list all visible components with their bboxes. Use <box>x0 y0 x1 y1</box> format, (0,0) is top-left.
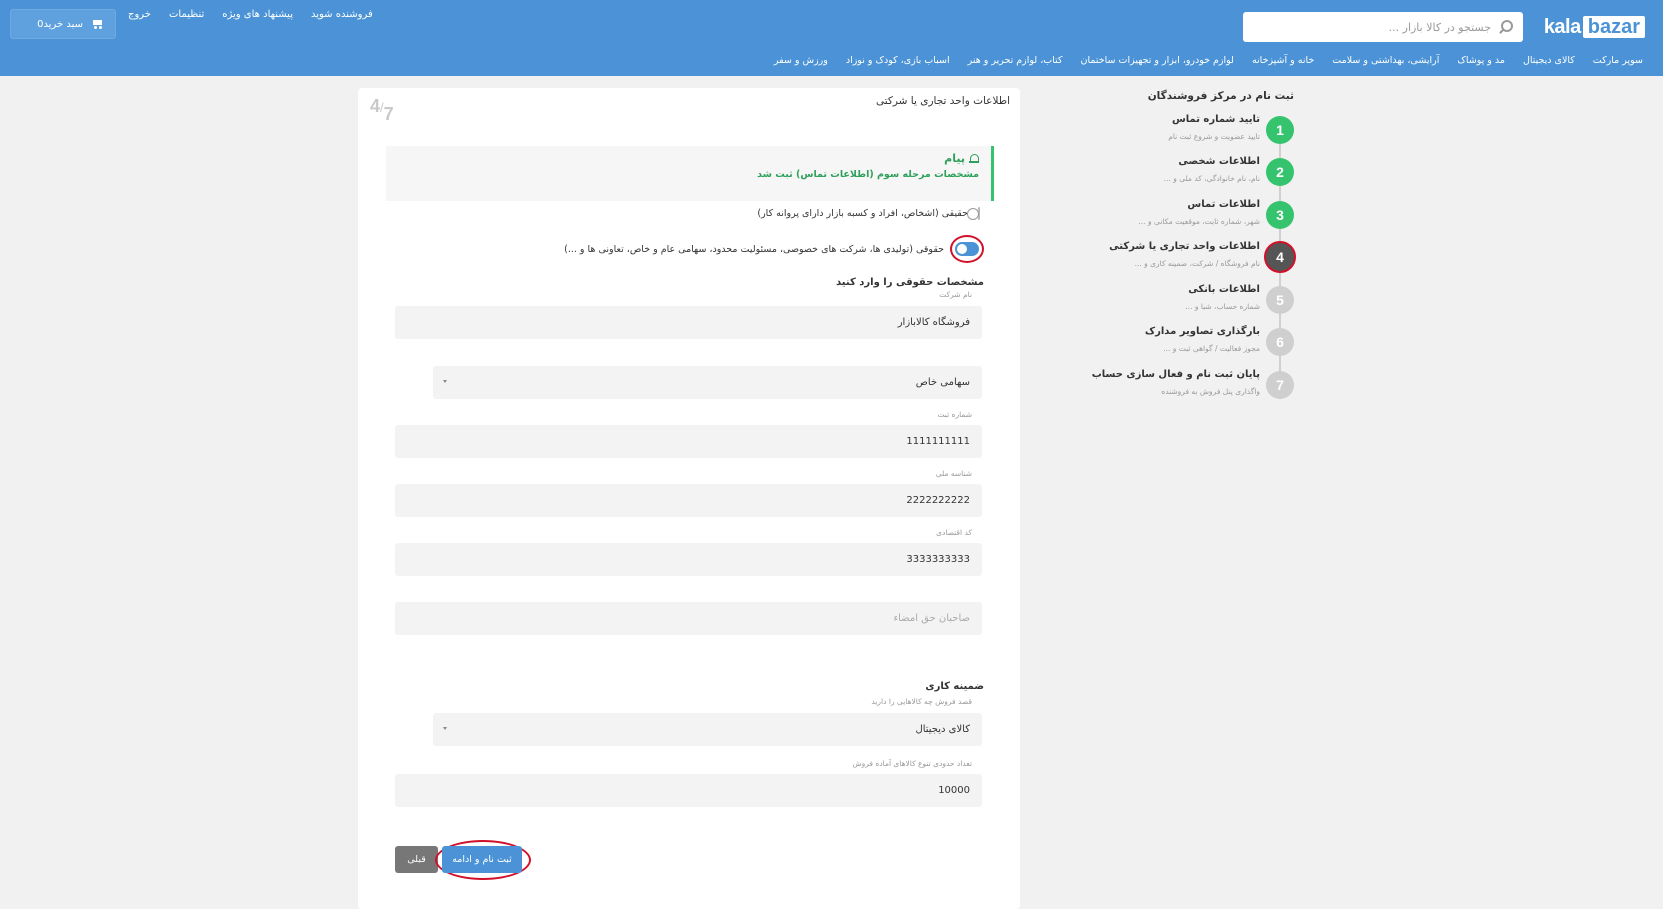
variety-input[interactable]: 10000 <box>395 774 982 807</box>
stepper-title: ثبت نام در مرکز فروشندگان <box>1147 90 1294 102</box>
alert-header: پیام <box>398 152 979 165</box>
individual-toggle[interactable] <box>978 207 980 220</box>
step-4: 4 اطلاعات واحد تجاری یا شرکتی نام فروشگا… <box>1109 237 1300 277</box>
company-name-input[interactable]: فروشگاه کالابازار <box>395 306 982 339</box>
bell-icon <box>969 153 979 164</box>
option-legal-label: حقوقی (تولیدی ها، شرکت های خصوصی، مسئولی… <box>564 243 944 255</box>
sell-intent-label: قصد فروش چه کالاهایی را دارید <box>871 697 972 706</box>
link-settings[interactable]: تنظیمات <box>169 9 204 20</box>
step-1: 1 تایید شماره تماس تایید عضویت و شروع ثب… <box>1120 110 1300 150</box>
step-number: 7 <box>1266 371 1294 399</box>
logo[interactable]: kala bazar <box>1544 16 1645 38</box>
individual-toggle-wrap <box>974 204 984 223</box>
legal-toggle-wrap <box>950 235 984 263</box>
step-title: بارگذاری تصاویر مدارک <box>1144 326 1260 337</box>
step-subtitle: نام، نام خانوادگی، کد ملی و ... <box>1163 174 1260 183</box>
step-subtitle: واگذاری پنل فروش به فروشنده <box>1161 387 1260 396</box>
field-section-title: ضمینه کاری <box>925 681 984 692</box>
category-nav: سوپر مارکت کالای دیجیتال مد و پوشاک آرای… <box>774 55 1643 66</box>
signatories-input[interactable]: صاحبان حق امضاء <box>395 602 982 635</box>
step-subtitle: تایید عضویت و شروع ثبت نام <box>1168 132 1260 141</box>
step-title: اطلاعات تماس <box>1187 199 1260 210</box>
previous-button[interactable]: قبلی <box>395 846 438 873</box>
step-title: اطلاعات شخصی <box>1178 156 1260 167</box>
cart-button[interactable]: سبد خرید 0 <box>10 9 116 39</box>
registration-stepper: ثبت نام در مرکز فروشندگان 1 تایید شماره … <box>1092 86 1300 406</box>
option-individual-label: حقیقی (اشخاص، افراد و کسبه بازار دارای پ… <box>757 208 968 219</box>
user-nav: سبد خرید 0 <box>10 9 116 39</box>
category-item[interactable]: سوپر مارکت <box>1593 55 1643 66</box>
logo-bazar-text: bazar <box>1582 16 1645 38</box>
step-subtitle: شهر، شماره ثابت، موقعیت مکانی و ... <box>1138 217 1260 226</box>
step-title: تایید شماره تماس <box>1171 114 1260 125</box>
link-special-offers[interactable]: پیشنهاد های ویژه <box>222 9 293 20</box>
cart-label: سبد خرید <box>43 18 83 30</box>
option-individual[interactable]: حقیقی (اشخاص، افراد و کسبه بازار دارای پ… <box>757 204 984 223</box>
step-number: 1 <box>1266 116 1294 144</box>
step-7: 7 پایان ثبت نام و فعال سازی حساب واگذاری… <box>1092 365 1300 405</box>
step-5: 5 اطلاعات بانکی شماره حساب، شبا و ... <box>1120 280 1300 320</box>
category-item[interactable]: اسباب بازی، کودک و نوزاد <box>846 55 950 66</box>
step-number: 5 <box>1266 286 1294 314</box>
step-subtitle: شماره حساب، شبا و ... <box>1185 302 1260 311</box>
step-number: 4 <box>1264 241 1296 273</box>
alert-title: پیام <box>944 152 965 165</box>
step-subtitle: مجوز فعالیت / گواهی ثبت و ... <box>1163 344 1260 353</box>
register-continue-button[interactable]: ثبت نام و ادامه <box>442 846 522 873</box>
link-logout[interactable]: خروج <box>128 9 151 20</box>
category-item[interactable]: کالای دیجیتال <box>1523 55 1575 66</box>
card-title: اطلاعات واحد تجاری یا شرکتی <box>875 95 1010 107</box>
economic-code-input[interactable]: 3333333333 <box>395 543 982 576</box>
company-type-select[interactable]: سهامی خاص <box>433 366 982 399</box>
legal-section-title: مشخصات حقوقی را وارد کنید <box>836 277 984 288</box>
sell-category-select[interactable]: کالای دیجیتال <box>433 713 982 746</box>
sell-category-value: کالای دیجیتال <box>915 724 970 735</box>
cart-count: 0 <box>37 18 44 30</box>
business-info-card: اطلاعات واحد تجاری یا شرکتی 4/7 پیام مشخ… <box>358 88 1020 909</box>
category-item[interactable]: ورزش و سفر <box>774 55 828 66</box>
economic-code-label: کد اقتصادی <box>936 528 972 537</box>
option-legal[interactable]: حقوقی (تولیدی ها، شرکت های خصوصی، مسئولی… <box>564 235 984 263</box>
step-counter-total: 7 <box>383 104 394 124</box>
step-subtitle: نام فروشگاه / شرکت، ضمینه کاری و ... <box>1134 259 1260 268</box>
category-item[interactable]: خانه و آشپزخانه <box>1252 55 1314 66</box>
alert-message: مشخصات مرحله سوم (اطلاعات تماس) ثبت شد <box>757 169 979 180</box>
reg-number-input[interactable]: 1111111111 <box>395 425 982 458</box>
national-id-label: شناسه ملی <box>935 469 972 478</box>
category-item[interactable]: لوازم خودرو، ابزار و تجهیزات ساختمان <box>1081 55 1234 66</box>
chevron-down-icon <box>443 727 447 730</box>
category-item[interactable]: کتاب، لوازم تحریر و هنر <box>968 55 1063 66</box>
step-2: 2 اطلاعات شخصی نام، نام خانوادگی، کد ملی… <box>1120 152 1300 192</box>
cart-icon <box>91 19 103 29</box>
category-item[interactable]: مد و پوشاک <box>1457 55 1505 66</box>
step-6: 6 بارگذاری تصاویر مدارک مجوز فعالیت / گو… <box>1120 322 1300 362</box>
step-counter: 4/7 <box>370 96 394 124</box>
variety-label: تعداد حدودی تنوع کالاهای آماده فروش <box>852 759 973 768</box>
step-counter-current: 4 <box>370 96 381 116</box>
search-box <box>1243 12 1523 42</box>
success-alert: پیام مشخصات مرحله سوم (اطلاعات تماس) ثبت… <box>386 146 994 201</box>
company-type-value: سهامی خاص <box>915 377 970 388</box>
reg-number-label: شماره ثبت <box>937 410 972 419</box>
step-3: 3 اطلاعات تماس شهر، شماره ثابت، موقعیت م… <box>1120 195 1300 235</box>
step-title: اطلاعات بانکی <box>1188 284 1260 295</box>
step-number: 3 <box>1266 201 1294 229</box>
step-number: 6 <box>1266 328 1294 356</box>
header-bar: kala bazar سبد خرید 0 فروشنده شوید پیشنه… <box>0 0 1663 76</box>
logo-kala-text: kala <box>1543 15 1581 38</box>
chevron-down-icon <box>443 380 447 383</box>
national-id-input[interactable]: 2222222222 <box>395 484 982 517</box>
legal-toggle[interactable] <box>955 242 979 256</box>
category-item[interactable]: آرایشی، بهداشتی و سلامت <box>1332 55 1439 66</box>
step-title: پایان ثبت نام و فعال سازی حساب <box>1091 369 1260 380</box>
company-name-label: نام شرکت <box>939 290 972 299</box>
link-become-seller[interactable]: فروشنده شوید <box>311 9 373 20</box>
search-input[interactable] <box>1253 20 1491 34</box>
search-icon[interactable] <box>1499 20 1513 34</box>
step-title: اطلاعات واحد تجاری یا شرکتی <box>1109 241 1260 252</box>
top-links: فروشنده شوید پیشنهاد های ویژه تنظیمات خر… <box>128 9 373 20</box>
step-number: 2 <box>1266 158 1294 186</box>
